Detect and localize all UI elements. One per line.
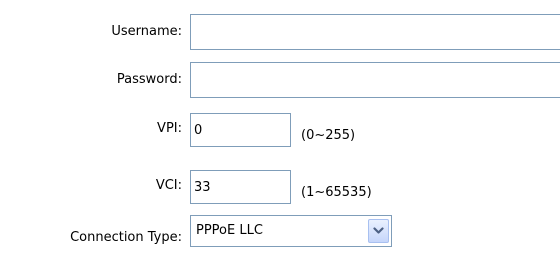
username-input[interactable] [190, 14, 560, 50]
chevron-down-icon [373, 227, 384, 234]
vpi-input[interactable] [190, 113, 291, 147]
password-input[interactable] [190, 62, 560, 98]
password-label: Password: [116, 72, 182, 87]
connection-type-select[interactable]: PPPoE LLC [190, 215, 392, 247]
dropdown-arrow-button[interactable] [368, 219, 389, 243]
vci-input[interactable] [190, 170, 291, 204]
connection-type-label: Connection Type: [70, 230, 182, 245]
connection-type-selected-value: PPPoE LLC [196, 223, 263, 238]
vci-range-hint: (1~65535) [301, 185, 372, 200]
vpi-range-hint: (0~255) [301, 128, 356, 143]
vci-label: VCI: [155, 178, 182, 193]
username-label: Username: [111, 24, 182, 39]
vpi-label: VPI: [157, 121, 182, 136]
